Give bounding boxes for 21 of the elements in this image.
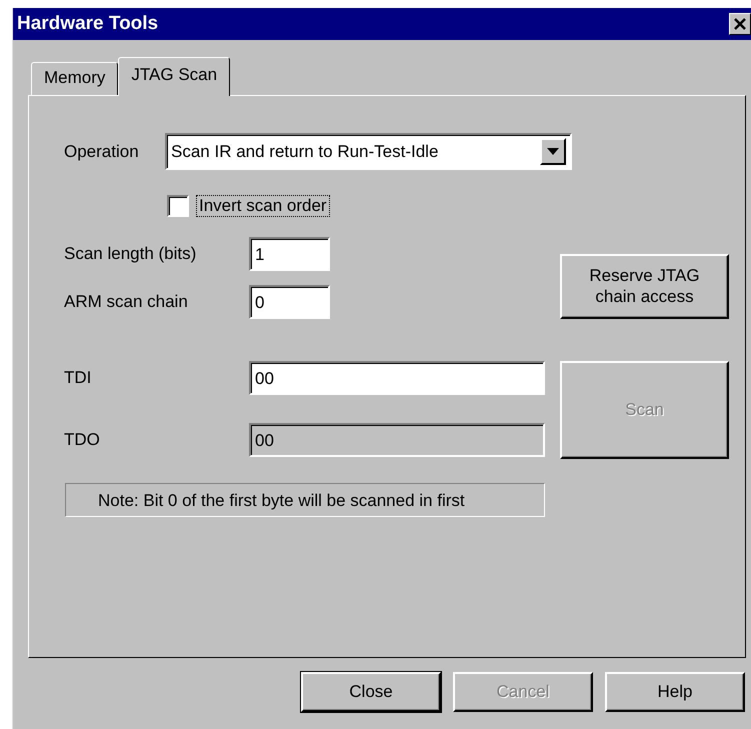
input-field[interactable]: 1 (249, 237, 330, 271)
close-icon (733, 17, 747, 31)
field-label: Operation (64, 140, 140, 163)
checkbox[interactable] (167, 195, 189, 217)
tab[interactable]: Memory (31, 62, 118, 95)
field-label: ARM scan chain (64, 291, 189, 314)
dialog-button[interactable]: Help (605, 672, 745, 712)
field-label: TDO (64, 429, 101, 452)
input-field: 00 (249, 423, 545, 457)
reserve-button[interactable]: Reserve JTAG chain access (560, 254, 729, 319)
close-button[interactable] (729, 13, 751, 35)
note-text: Note: Bit 0 of the first byte will be scanned in first (65, 483, 545, 517)
input-field[interactable]: 0 (249, 285, 330, 319)
operation-dropdown[interactable]: Scan IR and return to Run-Test-Idle (165, 133, 572, 170)
tab[interactable]: JTAG Scan (118, 57, 230, 96)
field-label: TDI (64, 367, 92, 390)
field-label: Scan length (bits) (64, 243, 198, 266)
dialog-button[interactable]: Close (301, 672, 441, 712)
input-field[interactable]: 00 (249, 361, 545, 395)
checkbox-label[interactable]: Invert scan order (197, 196, 329, 216)
window-title: Hardware Tools (17, 12, 158, 36)
